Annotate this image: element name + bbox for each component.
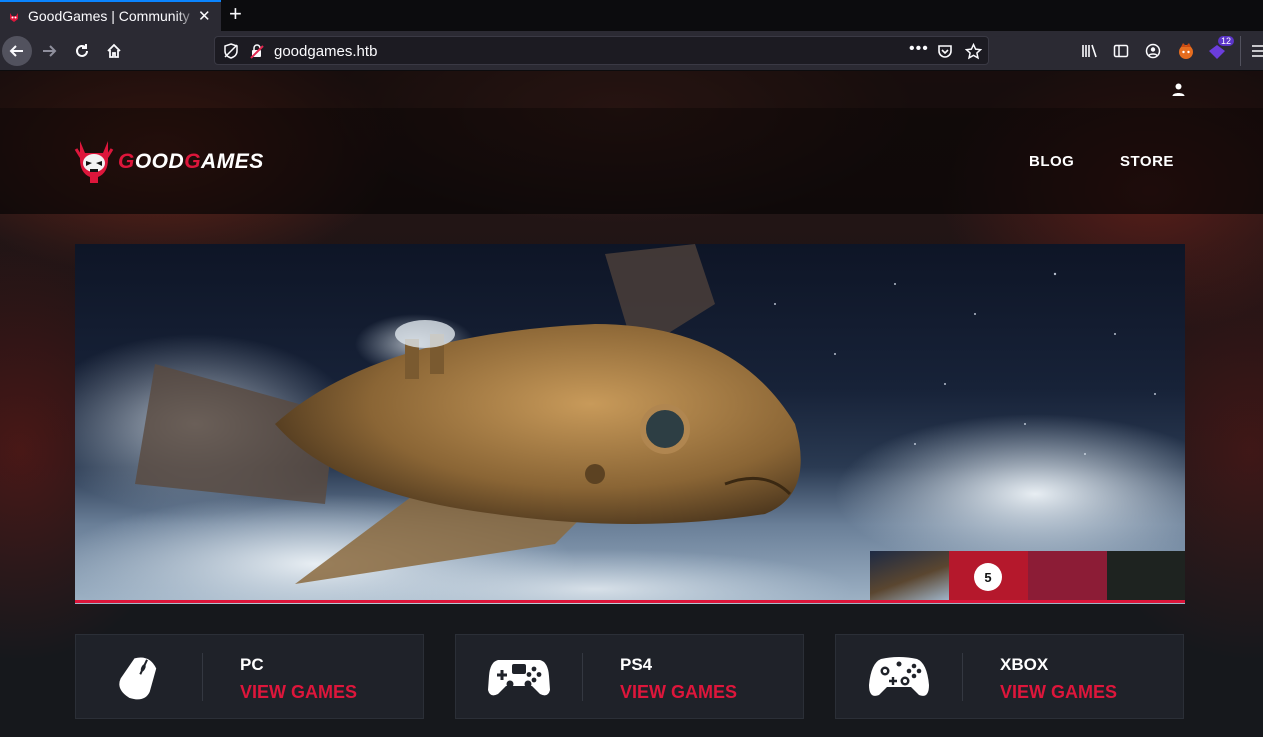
- category-name: XBOX: [1000, 655, 1049, 674]
- slider-thumb-3[interactable]: [1028, 551, 1107, 600]
- demon-skull-logo-icon: [74, 141, 114, 183]
- card-separator: [582, 653, 583, 701]
- category-card-ps4[interactable]: PS4 VIEW GAMES: [455, 634, 804, 719]
- nav-store-link[interactable]: STORE: [1120, 153, 1174, 170]
- account-icon[interactable]: [1145, 43, 1161, 59]
- mouse-icon: [119, 656, 157, 699]
- view-games-link[interactable]: VIEW GAMES: [240, 682, 357, 703]
- library-icon[interactable]: [1081, 43, 1098, 59]
- new-tab-icon[interactable]: +: [229, 2, 242, 26]
- top-strip: [0, 71, 1263, 108]
- url-bar[interactable]: goodgames.htb •••: [214, 36, 989, 65]
- category-icon-wrap: [76, 635, 202, 718]
- slider-thumb-1[interactable]: [870, 551, 949, 600]
- category-icon-wrap: [836, 635, 962, 718]
- page-actions-icon[interactable]: •••: [909, 40, 929, 58]
- category-name: PS4: [620, 655, 653, 674]
- bookmark-star-icon[interactable]: [965, 43, 982, 60]
- browser-nav-bar: goodgames.htb ••• 12: [0, 31, 1263, 71]
- reload-icon: [76, 44, 88, 57]
- home-button[interactable]: [99, 36, 129, 66]
- site-header: GOODGAMES BLOG STORE: [0, 108, 1263, 214]
- url-text: goodgames.htb: [274, 43, 378, 60]
- slider-thumb-4[interactable]: [1107, 551, 1185, 600]
- nav-blog-link[interactable]: BLOG: [1029, 153, 1074, 170]
- tracking-protection-icon[interactable]: [223, 43, 239, 59]
- toolbar-divider: [1240, 36, 1241, 66]
- hero-slider-image[interactable]: [75, 244, 1185, 604]
- category-card-pc[interactable]: PC VIEW GAMES: [75, 634, 424, 719]
- view-games-link[interactable]: VIEW GAMES: [1000, 682, 1117, 703]
- category-card-xbox[interactable]: XBOX VIEW GAMES: [835, 634, 1184, 719]
- extension-fox-icon[interactable]: [1176, 41, 1196, 61]
- steampunk-fish-airship-illustration: [75, 244, 1185, 604]
- card-separator: [962, 653, 963, 701]
- user-icon[interactable]: [1172, 83, 1185, 96]
- page-viewport: GOODGAMES BLOG STORE 5 PC VIEW GAMES PS4…: [0, 71, 1263, 737]
- browser-tab-active[interactable]: GoodGames | Community ✕: [0, 0, 221, 31]
- card-separator: [202, 653, 203, 701]
- view-games-link[interactable]: VIEW GAMES: [620, 682, 737, 703]
- slider-progress-line: [75, 600, 1185, 603]
- extension-badge: 12: [1218, 36, 1235, 46]
- gamepad-icon: [488, 659, 550, 695]
- category-name: PC: [240, 655, 264, 674]
- reload-button[interactable]: [67, 36, 97, 66]
- sidebar-icon[interactable]: [1113, 43, 1129, 59]
- back-arrow-icon: [9, 45, 23, 57]
- back-button[interactable]: [2, 36, 32, 66]
- logo-wordmark: GOODGAMES: [118, 150, 264, 173]
- menu-hamburger-icon[interactable]: [1251, 44, 1263, 58]
- site-favicon-icon: [10, 13, 18, 22]
- insecure-lock-icon[interactable]: [249, 43, 265, 59]
- browser-tab-bar: GoodGames | Community ✕ +: [0, 0, 1263, 31]
- category-icon-wrap: [456, 635, 582, 718]
- forward-arrow-icon: [43, 45, 57, 57]
- slider-thumb-count-badge: 5: [974, 563, 1002, 591]
- home-icon: [107, 43, 121, 58]
- xbox-controller-icon: [869, 656, 929, 696]
- tab-close-icon[interactable]: ✕: [198, 7, 211, 25]
- forward-button[interactable]: [34, 36, 64, 66]
- pocket-icon[interactable]: [937, 43, 953, 59]
- site-logo[interactable]: GOODGAMES: [74, 139, 264, 185]
- tab-title: GoodGames | Community: [28, 8, 198, 24]
